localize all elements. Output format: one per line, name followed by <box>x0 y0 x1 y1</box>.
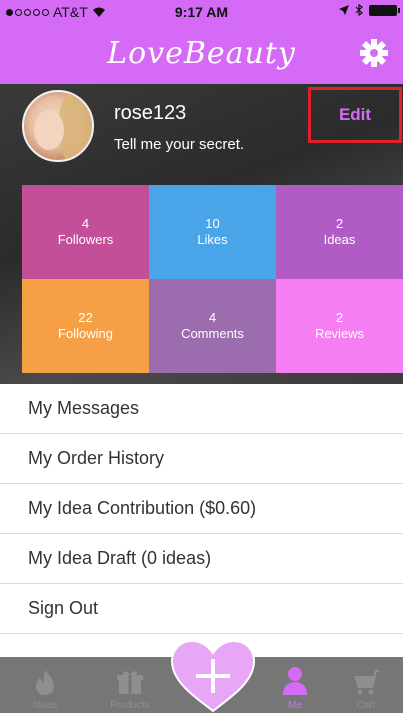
status-bar: AT&T 9:17 AM <box>0 0 403 26</box>
stat-comments[interactable]: 4 Comments <box>149 279 276 373</box>
menu-item-order-history[interactable]: My Order History <box>0 434 403 484</box>
stat-label: Likes <box>197 232 228 247</box>
tab-products[interactable]: Products <box>98 657 162 713</box>
profile-header: rose123 Tell me your secret. Edit 4 Foll… <box>0 84 403 384</box>
stat-following[interactable]: 22 Following <box>22 279 149 373</box>
stat-value: 2 <box>335 310 344 325</box>
tab-bar: Ideas Products Me Cart <box>0 639 403 713</box>
stat-likes[interactable]: 10 Likes <box>149 185 276 279</box>
stat-reviews[interactable]: 2 Reviews <box>276 279 403 373</box>
app-title: LoveBeauty <box>107 36 296 71</box>
tab-label: Me <box>288 700 302 711</box>
flame-icon <box>36 670 54 695</box>
profile-username: rose123 <box>114 102 187 124</box>
profile-tagline: Tell me your secret. <box>114 136 245 153</box>
menu-item-sign-out[interactable]: Sign Out <box>0 584 403 634</box>
stat-ideas[interactable]: 2 Ideas <box>276 185 403 279</box>
menu-item-label: My Messages <box>28 398 140 418</box>
menu-item-idea-contribution[interactable]: My Idea Contribution ($0.60) <box>0 484 403 534</box>
app-root: AT&T 9:17 AM LoveBeauty rose123 Tell me … <box>0 0 403 713</box>
stat-value: 22 <box>78 310 93 325</box>
tab-label: Ideas <box>32 700 58 711</box>
menu-item-label: My Idea Draft (0 ideas) <box>28 548 212 568</box>
tab-cart[interactable]: Cart <box>344 657 388 713</box>
tab-me[interactable]: Me <box>275 657 315 713</box>
menu-item-label: Sign Out <box>28 598 99 618</box>
stat-label: Comments <box>181 326 244 341</box>
stat-value: 10 <box>205 216 220 231</box>
stat-value: 2 <box>335 216 344 231</box>
battery-icon <box>369 4 400 16</box>
stat-label: Followers <box>57 232 114 247</box>
gift-icon <box>117 671 143 694</box>
person-icon <box>283 667 307 695</box>
tab-label: Products <box>110 700 150 711</box>
tab-add[interactable] <box>0 657 1 658</box>
menu-item-label: My Idea Contribution ($0.60) <box>28 498 257 518</box>
gear-icon[interactable] <box>359 38 389 68</box>
location-arrow-icon <box>339 5 349 15</box>
menu-item-label: My Order History <box>28 448 165 468</box>
avatar[interactable] <box>22 90 94 162</box>
menu-item-messages[interactable]: My Messages <box>0 384 403 434</box>
stat-followers[interactable]: 4 Followers <box>22 185 149 279</box>
stats-grid: 4 Followers 10 Likes 2 Ideas 22 Followin… <box>22 185 403 373</box>
menu-item-idea-draft[interactable]: My Idea Draft (0 ideas) <box>0 534 403 584</box>
stat-label: Following <box>58 326 113 341</box>
stat-value: 4 <box>208 310 217 325</box>
tab-ideas[interactable]: Ideas <box>20 657 70 713</box>
bluetooth-icon <box>355 4 363 16</box>
stat-label: Reviews <box>314 326 365 341</box>
stat-value: 4 <box>81 216 90 231</box>
profile-menu: My Messages My Order History My Idea Con… <box>0 384 403 634</box>
stat-label: Ideas <box>323 232 356 247</box>
edit-profile-button[interactable]: Edit <box>308 87 402 143</box>
cart-icon <box>354 670 379 695</box>
status-right <box>339 4 400 16</box>
nav-bar: LoveBeauty <box>0 26 403 84</box>
tab-label: Cart <box>356 700 376 711</box>
plus-heart-icon[interactable] <box>170 639 256 713</box>
